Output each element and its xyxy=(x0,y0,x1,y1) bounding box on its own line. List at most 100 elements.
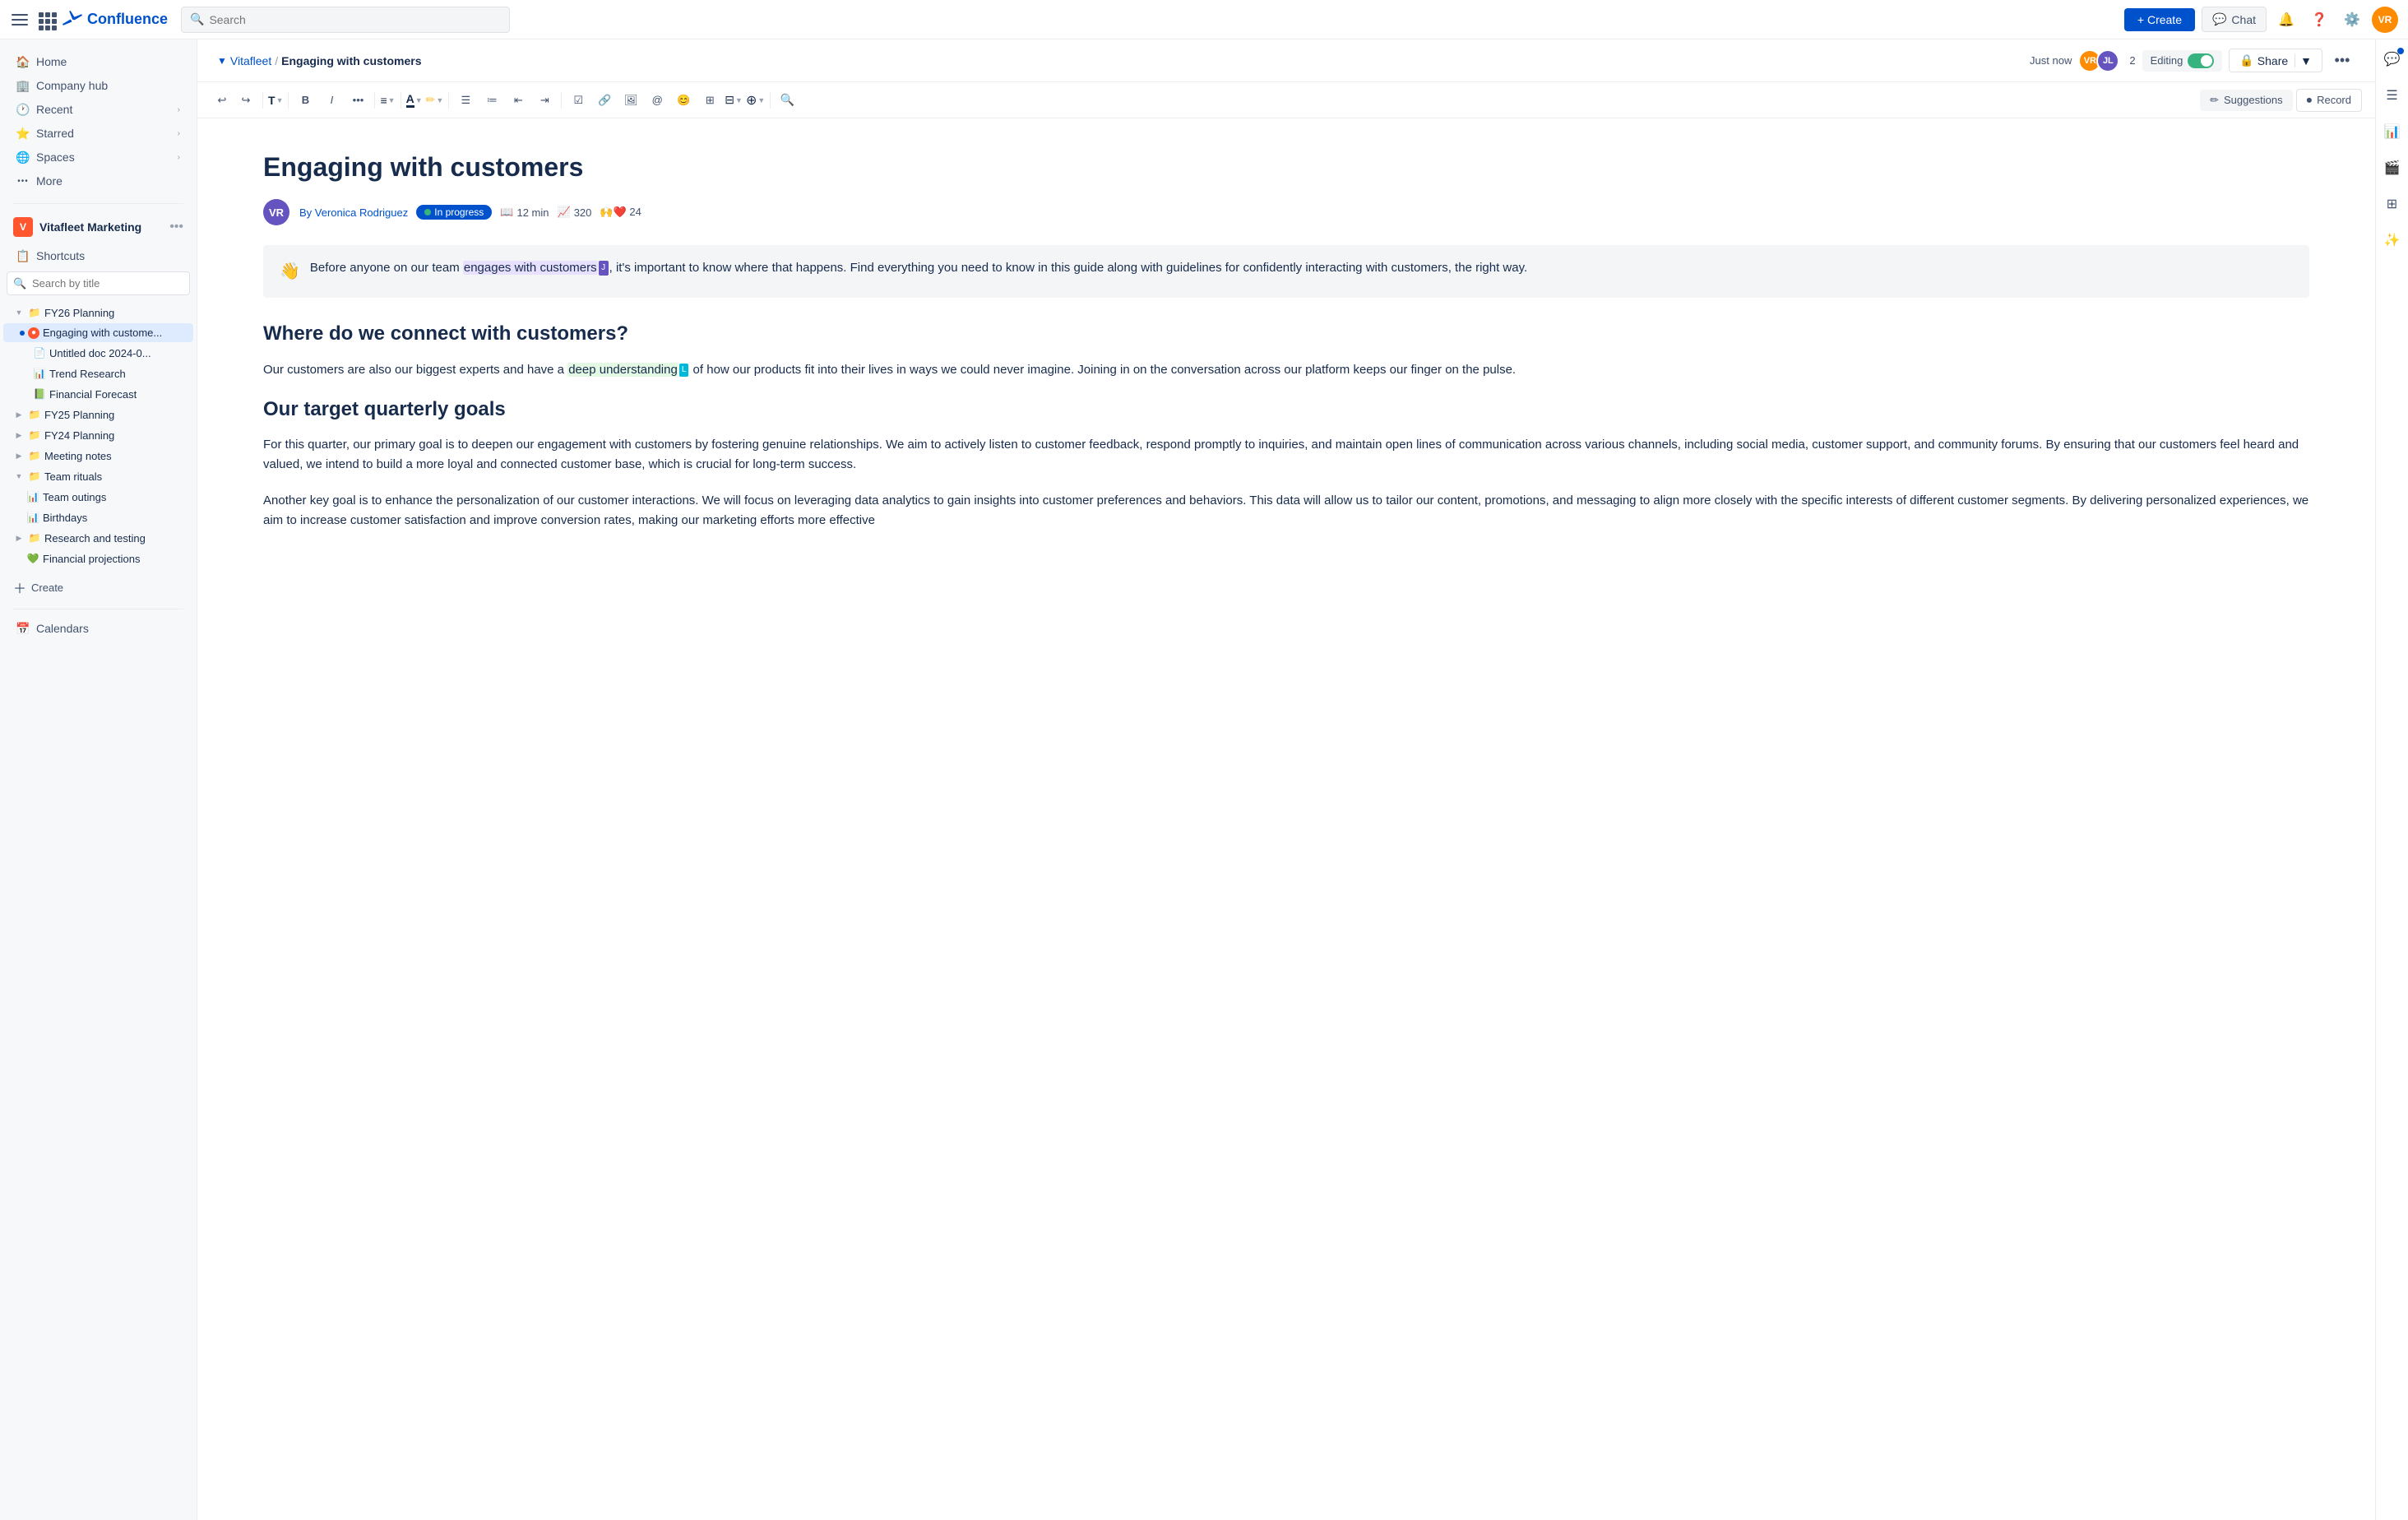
calendars-icon: 📅 xyxy=(16,622,30,635)
font-color-arrow: ▼ xyxy=(415,96,423,104)
analytics-icon: 📊 xyxy=(2384,123,2401,140)
table-simple-button[interactable]: ⊞ xyxy=(698,89,721,112)
help-button[interactable]: ❓ xyxy=(2306,7,2332,33)
doc-h2-2: Our target quarterly goals xyxy=(263,396,2309,422)
font-color-dropdown[interactable]: A ▼ xyxy=(406,92,423,108)
bold-button[interactable]: B xyxy=(294,89,317,112)
global-search-box[interactable]: 🔍 xyxy=(181,7,510,33)
starred-chevron: › xyxy=(178,129,180,138)
user-avatar[interactable]: VR xyxy=(2372,7,2398,33)
confluence-logo[interactable]: Confluence xyxy=(63,10,168,30)
suggestions-button[interactable]: ✏ Suggestions xyxy=(2200,90,2292,111)
sidebar-item-calendars[interactable]: 📅 Calendars xyxy=(3,617,193,640)
status-dot xyxy=(424,209,431,215)
sidebar-item-company-hub[interactable]: 🏢 Company hub xyxy=(3,74,193,97)
author-name[interactable]: By Veronica Rodriguez xyxy=(299,206,408,219)
indent-button[interactable]: ⇥ xyxy=(533,89,556,112)
tree-item-fy25[interactable]: ▶ 📁 FY25 Planning xyxy=(3,405,193,424)
insert-dropdown[interactable]: ⊕ ▼ xyxy=(746,92,765,109)
chat-button[interactable]: 💬 Chat xyxy=(2202,7,2267,32)
image-button[interactable]: 🖼 xyxy=(619,89,642,112)
tree-item-financial-proj[interactable]: 💚 Financial projections xyxy=(3,549,193,568)
create-link[interactable]: ＋ Create xyxy=(0,572,197,602)
tree-item-meeting[interactable]: ▶ 📁 Meeting notes xyxy=(3,446,193,466)
search-input[interactable] xyxy=(209,13,501,26)
sidebar-item-more[interactable]: ••• More xyxy=(3,169,193,192)
bullet-list-button[interactable]: ☰ xyxy=(454,89,477,112)
app-switcher-button[interactable] xyxy=(36,10,56,30)
sidebar-item-recent[interactable]: 🕐 Recent › xyxy=(3,98,193,121)
doc-body[interactable]: Engaging with customers VR By Veronica R… xyxy=(197,118,2375,1520)
rail-ai-button[interactable]: ✨ xyxy=(2379,227,2406,253)
sidebar-item-spaces[interactable]: 🌐 Spaces › xyxy=(3,146,193,169)
record-button[interactable]: ⏺ Record xyxy=(2296,89,2362,112)
sidebar-search-input[interactable] xyxy=(7,271,190,295)
create-button[interactable]: + Create xyxy=(2124,8,2195,31)
lock-icon: 🔒 xyxy=(2239,53,2253,67)
tree-item-engaging[interactable]: ● Engaging with custome... xyxy=(3,323,193,342)
rail-comments-button[interactable]: 💬 xyxy=(2379,46,2406,72)
author-avatar: VR xyxy=(263,199,289,225)
record-icon: ⏺ xyxy=(2307,94,2313,107)
doc-toolbar: ↩ ↪ T ▼ B I ••• ≡ ▼ A xyxy=(197,82,2375,118)
tree-item-untitled[interactable]: 📄 Untitled doc 2024-0... xyxy=(3,343,193,363)
tree-item-team-rituals[interactable]: ▼ 📁 Team rituals xyxy=(3,466,193,486)
shortcuts-label: Shortcuts xyxy=(36,249,85,262)
numbered-list-button[interactable]: ≔ xyxy=(480,89,503,112)
record-label: Record xyxy=(2317,94,2351,106)
tree-item-birthdays[interactable]: 📊 Birthdays xyxy=(3,507,193,527)
italic-button[interactable]: I xyxy=(320,89,343,112)
editing-toggle[interactable] xyxy=(2188,53,2214,68)
tree-item-fy24[interactable]: ▶ 📁 FY24 Planning xyxy=(3,425,193,445)
topbar-right: + Create 💬 Chat 🔔 ❓ ⚙️ VR xyxy=(2124,7,2398,33)
align-dropdown[interactable]: ≡ ▼ xyxy=(380,94,395,107)
more-format-button[interactable]: ••• xyxy=(346,89,369,112)
task-button[interactable]: ☑ xyxy=(567,89,590,112)
reactions[interactable]: 🙌❤️ 24 xyxy=(600,206,641,219)
space-header[interactable]: V Vitafleet Marketing ••• xyxy=(0,211,197,243)
tree-item-research[interactable]: ▶ 📁 Research and testing xyxy=(3,528,193,548)
active-doc-indicator xyxy=(20,331,25,336)
tree-item-financial-forecast[interactable]: 📗 Financial Forecast xyxy=(3,384,193,404)
outdent-button[interactable]: ⇤ xyxy=(507,89,530,112)
share-label: Share xyxy=(2258,54,2288,67)
financial-proj-icon: 💚 xyxy=(26,552,39,565)
toolbar-search-button[interactable]: 🔍 xyxy=(776,89,799,112)
highlight-icon: ✏ xyxy=(426,93,436,107)
breadcrumb-space[interactable]: Vitafleet xyxy=(230,54,271,67)
rail-toc-button[interactable]: ☰ xyxy=(2379,82,2406,109)
redo-button[interactable]: ↪ xyxy=(234,89,257,112)
chat-icon: 💬 xyxy=(2212,12,2226,26)
main-area: 🏠 Home 🏢 Company hub 🕐 Recent › ⭐ Starre… xyxy=(0,39,2408,1520)
emoji-button[interactable]: 😊 xyxy=(672,89,695,112)
tree-item-fy26[interactable]: ▼ 📁 FY26 Planning xyxy=(3,303,193,322)
sidebar-item-shortcuts[interactable]: 📋 Shortcuts xyxy=(3,244,193,267)
text-style-arrow: ▼ xyxy=(276,96,284,104)
text-style-dropdown[interactable]: T ▼ xyxy=(268,94,283,107)
table-dropdown[interactable]: ⊟ ▼ xyxy=(725,93,743,107)
sidebar-search-box[interactable]: 🔍 xyxy=(7,271,190,295)
header-more-button[interactable]: ••• xyxy=(2329,48,2355,74)
link-button[interactable]: 🔗 xyxy=(593,89,616,112)
undo-button[interactable]: ↩ xyxy=(211,89,234,112)
suggestions-icon: ✏ xyxy=(2210,94,2219,107)
sidebar-toggle-button[interactable] xyxy=(10,10,30,30)
sidebar-item-starred[interactable]: ⭐ Starred › xyxy=(3,122,193,145)
notifications-button[interactable]: 🔔 xyxy=(2273,7,2299,33)
settings-button[interactable]: ⚙️ xyxy=(2339,7,2365,33)
tree-item-outings[interactable]: 📊 Team outings xyxy=(3,487,193,507)
trend-icon: 📊 xyxy=(33,367,46,380)
space-more-button[interactable]: ••• xyxy=(169,220,183,234)
doc-status-badge[interactable]: In progress xyxy=(416,205,492,220)
rail-media-button[interactable]: 🎬 xyxy=(2379,155,2406,181)
collab-avatar-2: JL xyxy=(2096,49,2119,72)
table-arrow: ▼ xyxy=(735,96,743,104)
mention-button[interactable]: @ xyxy=(646,89,669,112)
rail-analytics-button[interactable]: 📊 xyxy=(2379,118,2406,145)
sidebar-item-home[interactable]: 🏠 Home xyxy=(3,50,193,73)
share-button[interactable]: 🔒 Share ▼ xyxy=(2229,49,2322,72)
tree-item-trend[interactable]: 📊 Trend Research xyxy=(3,364,193,383)
rail-grid-button[interactable]: ⊞ xyxy=(2379,191,2406,217)
meeting-icon: 📁 xyxy=(28,449,41,462)
highlight-dropdown[interactable]: ✏ ▼ xyxy=(426,93,444,107)
